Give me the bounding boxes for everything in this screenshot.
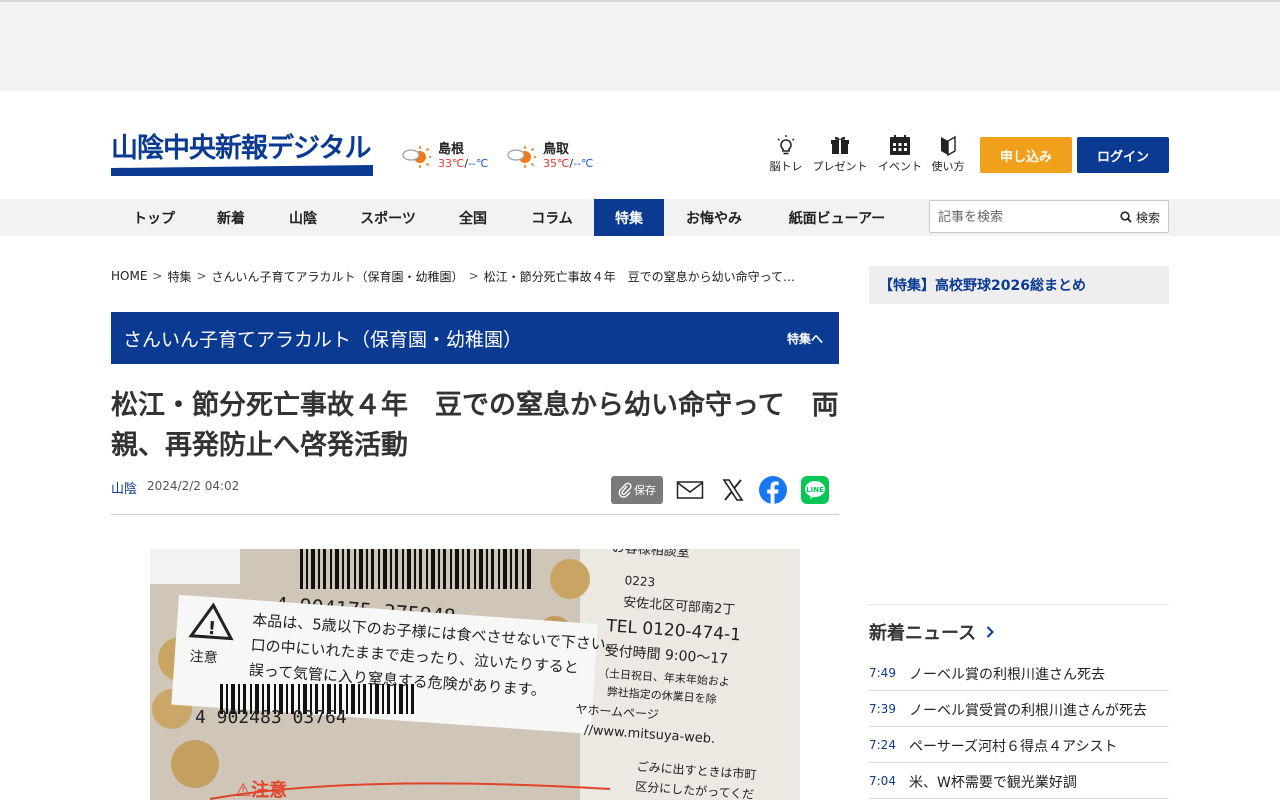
nav-top[interactable]: トップ	[111, 199, 197, 236]
nav-column[interactable]: コラム	[511, 199, 593, 236]
svg-text:注意: 注意	[189, 648, 218, 667]
nav-feature[interactable]: 特集	[594, 199, 664, 236]
news-item[interactable]: 7:04 米、W杯需要で観光業好調	[869, 763, 1169, 799]
nav-sports[interactable]: スポーツ	[341, 199, 435, 236]
chevron-right-icon: >	[152, 269, 163, 283]
login-button[interactable]: ログイン	[1077, 137, 1169, 173]
breadcrumb-home[interactable]: HOME	[111, 269, 147, 283]
nav-new[interactable]: 新着	[197, 199, 265, 236]
chevron-right-icon: >	[196, 269, 207, 283]
sun-cloud-icon	[507, 146, 536, 168]
meta-divider	[111, 514, 839, 515]
share-x-button[interactable]	[718, 476, 748, 504]
weather-shimane[interactable]: 島根 33℃/--℃	[402, 138, 502, 178]
subscribe-button[interactable]: 申し込み	[980, 137, 1072, 173]
breadcrumb-feature[interactable]: 特集	[167, 268, 191, 285]
weather-temp: 33℃/--℃	[438, 157, 489, 170]
svg-text:0223: 0223	[624, 573, 655, 589]
feature-title: さんいん子育てアラカルト（保育園・幼稚園）	[123, 329, 523, 351]
sidebar-ad-divider	[869, 604, 1169, 605]
chevron-right-icon: >	[468, 269, 479, 283]
sun-cloud-icon	[402, 146, 431, 168]
weather-tottori[interactable]: 鳥取 35℃/--℃	[507, 138, 607, 178]
search-input[interactable]	[938, 206, 1098, 228]
feature-link[interactable]: 特集へ	[787, 330, 823, 347]
svg-text:⚠注意: ⚠注意	[235, 779, 287, 800]
chevron-right-icon	[986, 626, 995, 638]
breadcrumb: HOME > 特集 > さんいん子育てアラカルト（保育園・幼稚園） > 松江・節…	[111, 267, 831, 285]
facebook-icon	[759, 476, 787, 504]
article-region[interactable]: 山陰	[111, 478, 137, 497]
nav-condolence[interactable]: お悔やみ	[664, 199, 764, 236]
news-item[interactable]: 7:39 ノーベル賞受賞の利根川進さんが死去	[869, 691, 1169, 727]
photo-illustration: 4 904175 375948 ! 注意 本品は、5歳以下のお子様には食べさせな…	[150, 549, 800, 800]
logo-text: 山陰中央新報デジタル	[111, 133, 371, 164]
news-title: ノーベル賞受賞の利根川進さんが死去	[909, 703, 1147, 719]
mail-icon	[676, 481, 704, 499]
save-button[interactable]: 保存	[611, 476, 663, 504]
latest-news-list: 7:49 ノーベル賞の利根川進さん死去 7:39 ノーベル賞受賞の利根川進さんが…	[869, 655, 1169, 799]
sidebar-feature-link[interactable]: 【特集】高校野球2026総まとめ	[869, 266, 1169, 304]
nav-paper-viewer[interactable]: 紙面ビューアー	[764, 199, 910, 236]
search-button[interactable]: 検索	[1120, 207, 1160, 227]
howto-link[interactable]: 使い方	[918, 134, 978, 178]
site-logo[interactable]: 山陰中央新報デジタル	[111, 132, 373, 176]
x-logo-icon	[722, 479, 744, 501]
breadcrumb-current: 松江・節分死亡事故４年 豆での窒息から幼い命守って…	[483, 269, 796, 284]
weather-name: 島根	[438, 142, 465, 157]
logo-underline	[111, 165, 373, 176]
present-link[interactable]: プレゼント	[810, 134, 870, 178]
weather-name: 鳥取	[543, 142, 570, 157]
brain-training-link[interactable]: 脳トレ	[756, 134, 816, 178]
share-facebook-button[interactable]	[758, 476, 788, 504]
search-box: 検索	[929, 200, 1169, 233]
gift-icon	[831, 136, 849, 154]
news-time: 7:49	[869, 666, 896, 680]
news-title: ノーベル賞の利根川進さん死去	[909, 667, 1105, 683]
news-title: 米、W杯需要で観光業好調	[909, 775, 1077, 791]
paperclip-icon	[618, 482, 632, 498]
svg-text:!: !	[207, 618, 217, 640]
breadcrumb-category[interactable]: さんいん子育てアラカルト（保育園・幼稚園）	[212, 268, 464, 285]
share-line-button[interactable]: LINE	[800, 476, 830, 504]
news-time: 7:39	[869, 702, 896, 716]
svg-text:4 902483 03764: 4 902483 03764	[195, 707, 347, 728]
feature-banner[interactable]: さんいん子育てアラカルト（保育園・幼稚園） 特集へ	[111, 312, 839, 364]
search-icon	[1120, 211, 1132, 223]
article-headline: 松江・節分死亡事故４年 豆での窒息から幼い命守って 両親、再発防止へ啓発活動	[111, 390, 839, 461]
news-time: 7:04	[869, 774, 896, 788]
lightbulb-icon	[777, 135, 795, 155]
nav-national[interactable]: 全国	[435, 199, 511, 236]
svg-text:LINE: LINE	[806, 486, 824, 494]
news-time: 7:24	[869, 738, 896, 752]
weather-temp: 35℃/--℃	[543, 157, 594, 170]
top-ad-band	[0, 0, 1280, 91]
article-date: 2024/2/2 04:02	[147, 479, 240, 493]
article-photo[interactable]: 4 904175 375948 ! 注意 本品は、5歳以下のお子様には食べさせな…	[150, 549, 800, 800]
latest-news-heading[interactable]: 新着ニュース	[869, 619, 995, 645]
news-item[interactable]: 7:24 ペーサーズ河村６得点４アシスト	[869, 727, 1169, 763]
share-email-button[interactable]	[675, 476, 705, 504]
news-item[interactable]: 7:49 ノーベル賞の利根川進さん死去	[869, 655, 1169, 691]
news-title: ペーサーズ河村６得点４アシスト	[909, 739, 1118, 755]
nav-sanin[interactable]: 山陰	[265, 199, 341, 236]
line-icon: LINE	[801, 476, 829, 504]
calendar-icon	[890, 135, 910, 155]
beginner-mark-icon	[941, 135, 956, 156]
